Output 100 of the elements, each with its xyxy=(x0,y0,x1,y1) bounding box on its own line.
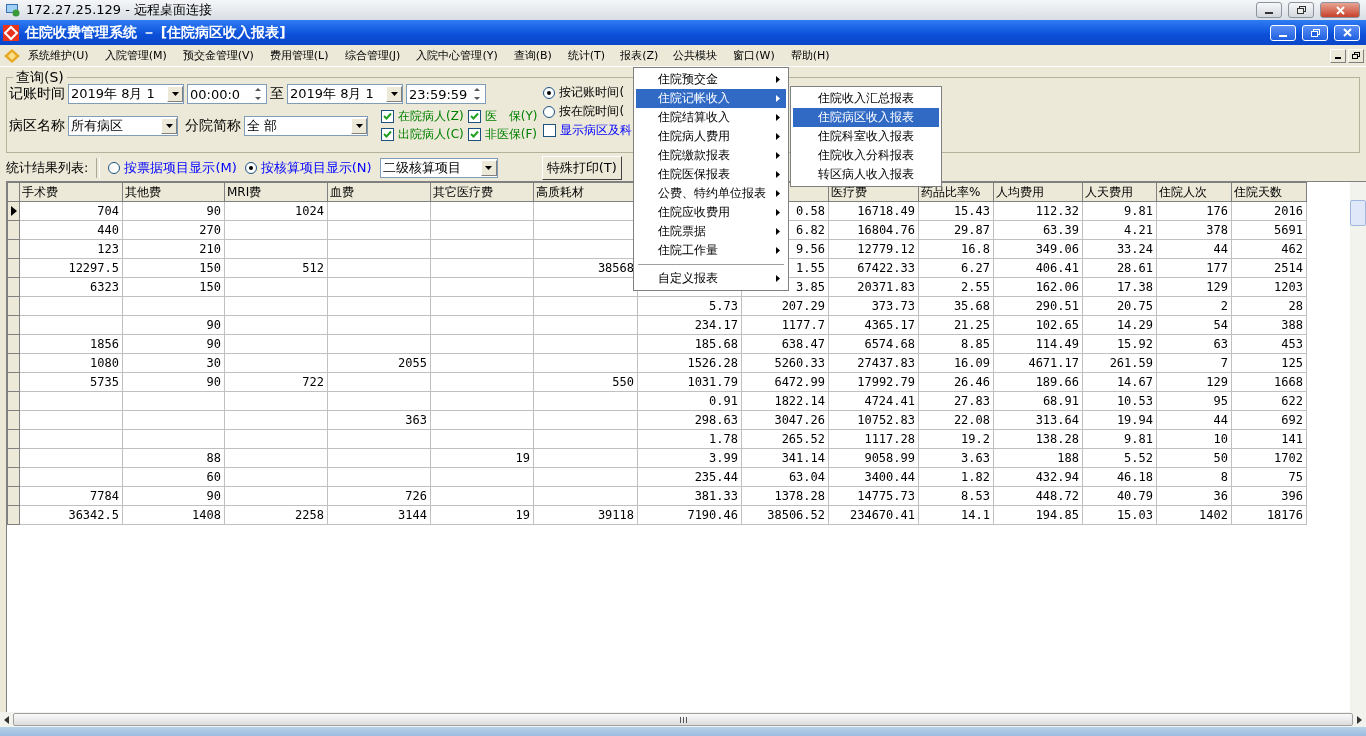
menu-item[interactable]: 公费、特约单位报表 xyxy=(636,184,786,203)
table-cell: 1668 xyxy=(1231,372,1307,392)
table-cell: 9.81 xyxy=(1082,201,1157,221)
menu-item[interactable]: 住院病区收入报表 xyxy=(793,108,939,127)
table-cell: 1203 xyxy=(1231,277,1307,297)
menu-item[interactable]: 住院病人费用 xyxy=(636,127,786,146)
table-cell: 28.61 xyxy=(1082,258,1157,278)
menu-item[interactable]: 费用管理(L) xyxy=(261,45,337,66)
column-header[interactable]: 住院天数 xyxy=(1231,182,1307,202)
date-field[interactable]: 2019年 8月 1 xyxy=(287,84,403,104)
menu-item[interactable]: 窗口(W) xyxy=(725,45,783,66)
menu-item[interactable]: 系统维护(U) xyxy=(20,45,97,66)
table-cell: 7190.46 xyxy=(637,505,742,525)
table-cell: 1.82 xyxy=(918,467,994,487)
table-cell: 19.2 xyxy=(918,429,994,449)
menu-item[interactable]: 公共模块 xyxy=(665,45,726,66)
menu-item[interactable]: 住院科室收入报表 xyxy=(793,127,939,146)
menu-item[interactable]: 住院医保报表 xyxy=(636,165,786,184)
submenu-arrow-icon xyxy=(776,76,780,83)
dropdown-field[interactable]: 所有病区 xyxy=(68,115,178,136)
radio-button[interactable] xyxy=(244,162,257,174)
menu-item[interactable]: 入院管理(M) xyxy=(96,45,175,66)
vertical-scrollbar[interactable] xyxy=(1350,182,1366,712)
column-header[interactable]: 血费 xyxy=(327,182,431,202)
table-cell: 26.46 xyxy=(918,372,994,392)
menu-item[interactable]: 入院中心管理(Y) xyxy=(408,45,506,66)
menu-item[interactable]: 住院收入分科报表 xyxy=(793,146,939,165)
column-header[interactable]: 住院人次 xyxy=(1156,182,1232,202)
table-cell: 44 xyxy=(1156,239,1232,259)
table-cell: 16718.49 xyxy=(828,201,919,221)
table-cell: 1117.28 xyxy=(828,429,919,449)
caret-icon xyxy=(485,166,493,170)
dropdown-field[interactable]: 二级核算项目 xyxy=(379,158,498,178)
menu-item[interactable]: 报表(Z) xyxy=(613,46,666,65)
table-cell: 234.17 xyxy=(637,315,742,335)
menu-item[interactable]: 住院记帐收入 xyxy=(636,89,786,108)
table-cell: 8 xyxy=(1156,467,1232,487)
table-cell: 692 xyxy=(1231,410,1307,430)
table-cell: 550 xyxy=(533,372,638,392)
checkbox[interactable] xyxy=(467,110,481,123)
scroll-right-icon[interactable] xyxy=(1357,715,1362,724)
menu-item[interactable]: 转区病人收入报表 xyxy=(793,165,939,184)
table-cell: 6472.99 xyxy=(741,372,829,392)
submenu-arrow-icon xyxy=(776,209,780,216)
table-cell: 8.53 xyxy=(918,486,994,506)
scroll-left-icon[interactable] xyxy=(4,715,9,724)
table-cell: 5.73 xyxy=(637,296,742,316)
table-cell: 363 xyxy=(327,410,431,430)
window-title: 172.27.25.129 - 远程桌面连接 xyxy=(26,1,214,19)
restore-button[interactable] xyxy=(1288,2,1314,18)
checkbox[interactable] xyxy=(467,128,481,141)
table-cell: 0.91 xyxy=(637,391,742,411)
time-field[interactable]: 23:59:59 xyxy=(406,84,486,104)
radio-button[interactable] xyxy=(543,86,556,99)
column-header[interactable]: 其他费 xyxy=(122,182,225,202)
table-cell: 341.14 xyxy=(741,448,829,468)
time-field[interactable]: 00:00:0 xyxy=(187,84,267,104)
table-cell: 2016 xyxy=(1231,201,1307,221)
minimize-icon xyxy=(1265,12,1273,14)
dropdown-field[interactable]: 全 部 xyxy=(244,115,368,136)
minimize-button[interactable] xyxy=(1256,2,1282,18)
column-header[interactable]: 手术费 xyxy=(19,182,123,202)
menu-item[interactable]: 住院结算收入 xyxy=(636,108,786,127)
menu-item[interactable]: 帮助(H) xyxy=(782,45,838,66)
table-cell: 129 xyxy=(1156,277,1232,297)
table-cell: 95 xyxy=(1156,391,1232,411)
date-field[interactable]: 2019年 8月 1 xyxy=(68,84,184,104)
checkbox[interactable] xyxy=(543,124,557,137)
table-cell: 1177.7 xyxy=(741,315,829,335)
remote-desktop-icon xyxy=(6,3,20,17)
column-header[interactable]: MRI费 xyxy=(224,182,328,202)
table-cell: 722 xyxy=(224,372,328,392)
checkbox[interactable] xyxy=(381,110,394,123)
table-cell: 406.41 xyxy=(993,258,1083,278)
radio-button[interactable] xyxy=(543,105,556,118)
app-logo-icon xyxy=(3,24,19,41)
print-button[interactable]: 特殊打印(T) xyxy=(541,156,622,180)
table-cell: 90 xyxy=(122,315,225,335)
minimize-icon xyxy=(1335,56,1341,59)
close-button[interactable] xyxy=(1320,2,1360,18)
table-cell: 1402 xyxy=(1156,505,1232,525)
column-header[interactable]: 人均费用 xyxy=(993,182,1083,202)
table-cell: 638.47 xyxy=(741,334,829,354)
menu-item[interactable]: 预交金管理(V) xyxy=(174,45,262,66)
table-cell: 2514 xyxy=(1231,258,1307,278)
menu-item[interactable]: 住院收入汇总报表 xyxy=(793,89,939,108)
table-cell: 29.87 xyxy=(918,220,994,240)
menu-item[interactable]: 住院预交金 xyxy=(636,70,786,89)
column-header[interactable]: 其它医疗费 xyxy=(430,182,534,202)
radio-label: 按核算项目显示(N) xyxy=(260,159,372,177)
table-cell: 12297.5 xyxy=(19,258,123,278)
column-header[interactable]: 人天费用 xyxy=(1082,182,1157,202)
menu-item[interactable]: 住院缴款报表 xyxy=(636,146,786,165)
menu-item[interactable]: 综合管理(J) xyxy=(336,45,409,66)
menu-item[interactable]: 统计(T) xyxy=(559,45,614,66)
scroll-thumb[interactable] xyxy=(1350,200,1366,226)
menu-item[interactable]: 查询(B) xyxy=(505,45,560,66)
checkbox[interactable] xyxy=(381,128,394,141)
table-cell: 3.63 xyxy=(918,448,994,468)
radio-button[interactable] xyxy=(108,162,121,174)
